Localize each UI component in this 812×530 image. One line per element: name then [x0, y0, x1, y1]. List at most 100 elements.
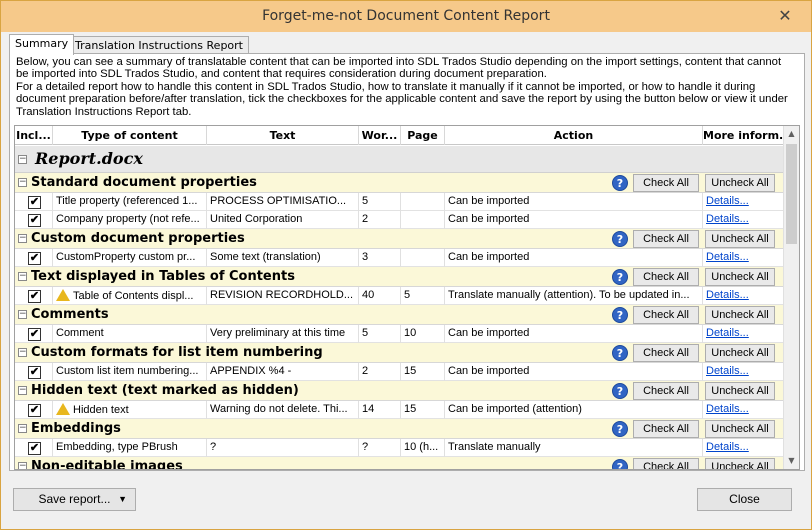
details-link[interactable]: Details... [706, 403, 749, 415]
uncheck-all-button[interactable]: Uncheck All [705, 268, 775, 286]
more-info-cell: Details... [703, 193, 785, 211]
close-icon[interactable]: ✕ [775, 6, 795, 25]
vertical-scrollbar[interactable]: ▲ ▼ [783, 126, 799, 469]
check-all-button[interactable]: Check All [633, 458, 699, 469]
close-button[interactable]: Close [697, 488, 792, 511]
table-row[interactable]: ✔ Comment Very preliminary at this time 5 10… [15, 325, 785, 343]
check-all-button[interactable]: Check All [633, 230, 699, 248]
save-report-button[interactable]: Save report... ▼ [13, 488, 136, 511]
type-cell: Custom list item numbering... [53, 363, 207, 381]
check-all-button[interactable]: Check All [633, 420, 699, 438]
uncheck-all-button[interactable]: Uncheck All [705, 458, 775, 469]
words-cell: 3 [359, 249, 401, 267]
table-row[interactable]: ✔ Embedding, type PBrush?? 10 (h... Transla… [15, 439, 785, 457]
details-link[interactable]: Details... [706, 251, 749, 263]
collapse-icon[interactable]: − [18, 424, 27, 433]
category-row: − Hidden text (text marked as hidden)? Che… [15, 381, 785, 401]
include-checkbox[interactable]: ✔ [28, 442, 41, 455]
table-row[interactable]: ✔ CustomProperty custom pr... Some text (t… [15, 249, 785, 267]
tab-summary[interactable]: Summary [9, 34, 75, 55]
check-all-button[interactable]: Check All [633, 306, 699, 324]
more-info-cell: Details... [703, 287, 785, 305]
details-link[interactable]: Details... [706, 213, 749, 225]
uncheck-all-button[interactable]: Uncheck All [705, 230, 775, 248]
table-row[interactable]: ✔ Custom list item numbering... APPENDIX %… [15, 363, 785, 381]
tab-translation-instructions[interactable]: Translation Instructions Report [69, 36, 249, 54]
page-cell: 15 [401, 401, 445, 419]
col-more-info[interactable]: More inform... [703, 126, 785, 145]
collapse-icon[interactable]: − [18, 272, 27, 281]
collapse-icon[interactable]: − [18, 348, 27, 357]
collapse-icon[interactable]: − [18, 462, 27, 469]
include-checkbox[interactable]: ✔ [28, 196, 41, 209]
col-words[interactable]: Wor... [359, 126, 401, 145]
help-icon[interactable]: ? [612, 459, 628, 469]
col-text[interactable]: Text [207, 126, 359, 145]
type-cell: Table of Contents displ... [53, 287, 207, 305]
uncheck-all-button[interactable]: Uncheck All [705, 306, 775, 324]
more-info-cell: Details... [703, 401, 785, 419]
include-checkbox[interactable]: ✔ [28, 404, 41, 417]
help-icon[interactable]: ? [612, 383, 628, 399]
check-all-button[interactable]: Check All [633, 382, 699, 400]
table-row[interactable]: ✔ Company property (not refe... United Cor… [15, 211, 785, 229]
page-cell [401, 193, 445, 211]
collapse-icon[interactable]: − [18, 234, 27, 243]
include-checkbox[interactable]: ✔ [28, 328, 41, 341]
file-name: Report.docx [35, 149, 143, 168]
include-cell: ✔ [15, 439, 53, 457]
uncheck-all-button[interactable]: Uncheck All [705, 174, 775, 192]
include-checkbox[interactable]: ✔ [28, 290, 41, 303]
uncheck-all-button[interactable]: Uncheck All [705, 420, 775, 438]
col-include[interactable]: Incl... [15, 126, 53, 145]
table-row[interactable]: ✔ Title property (referenced 1... PROCESS … [15, 193, 785, 211]
scroll-down-icon[interactable]: ▼ [784, 453, 799, 469]
include-checkbox[interactable]: ✔ [28, 366, 41, 379]
help-icon[interactable]: ? [612, 175, 628, 191]
action-cell: Can be imported [445, 363, 703, 381]
help-icon[interactable]: ? [612, 231, 628, 247]
type-cell: Hidden text [53, 401, 207, 419]
help-icon[interactable]: ? [612, 307, 628, 323]
collapse-icon[interactable]: − [18, 386, 27, 395]
include-checkbox[interactable]: ✔ [28, 252, 41, 265]
check-all-button[interactable]: Check All [633, 344, 699, 362]
type-text: Embedding, type PBrush [56, 441, 178, 453]
help-icon[interactable]: ? [612, 421, 628, 437]
uncheck-all-button[interactable]: Uncheck All [705, 382, 775, 400]
details-link[interactable]: Details... [706, 327, 749, 339]
action-cell: Can be imported [445, 325, 703, 343]
category-row: − Text displayed in Tables of Contents? Ch… [15, 267, 785, 287]
details-link[interactable]: Details... [706, 195, 749, 207]
warning-icon [56, 403, 70, 415]
collapse-icon[interactable]: − [18, 155, 27, 164]
details-link[interactable]: Details... [706, 289, 749, 301]
text-cell: PROCESS OPTIMISATIO... [207, 193, 359, 211]
category-row: − Embeddings? Check All Uncheck All [15, 419, 785, 439]
include-checkbox[interactable]: ✔ [28, 214, 41, 227]
details-link[interactable]: Details... [706, 441, 749, 453]
table-row[interactable]: ✔ Hidden text Warning do not delete. Thi..… [15, 401, 785, 419]
col-type[interactable]: Type of content [53, 126, 207, 145]
help-icon[interactable]: ? [612, 345, 628, 361]
include-cell: ✔ [15, 401, 53, 419]
help-icon[interactable]: ? [612, 269, 628, 285]
scroll-up-icon[interactable]: ▲ [784, 126, 799, 142]
category-title: Custom formats for list item numbering [31, 345, 323, 360]
check-all-button[interactable]: Check All [633, 268, 699, 286]
collapse-icon[interactable]: − [18, 178, 27, 187]
scroll-thumb[interactable] [786, 144, 797, 244]
category-title: Embeddings [31, 421, 121, 436]
col-action[interactable]: Action [445, 126, 703, 145]
description-line: be imported into SDL Trados Studio, and … [16, 68, 547, 81]
collapse-icon[interactable]: − [18, 310, 27, 319]
col-page[interactable]: Page [401, 126, 445, 145]
check-all-button[interactable]: Check All [633, 174, 699, 192]
uncheck-all-button[interactable]: Uncheck All [705, 344, 775, 362]
table-row[interactable]: ✔ Table of Contents displ... REVISION RECO… [15, 287, 785, 305]
details-link[interactable]: Details... [706, 365, 749, 377]
words-cell: 2 [359, 363, 401, 381]
window-title: Forget-me-not Document Content Report [262, 8, 550, 24]
text-cell: Warning do not delete. Thi... [207, 401, 359, 419]
type-text: Custom list item numbering... [56, 365, 199, 377]
